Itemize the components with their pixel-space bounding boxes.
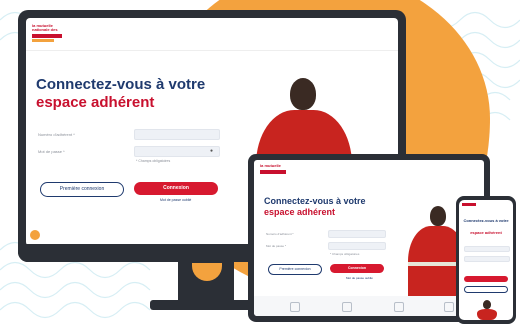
login-heading-line2: espace adhérent [36,94,155,111]
tablet-logo-text: la mutuelle [260,163,281,168]
phone-heading-line2: espace adhérent [470,230,502,235]
member-number-input[interactable] [134,129,220,140]
phone-password-input[interactable] [464,256,510,262]
tablet-member-input[interactable] [328,230,386,238]
phone-screen: Connectez-vous à votre espace adhérent [459,200,513,320]
phone-device: Connectez-vous à votre espace adhérent [456,196,516,324]
eye-icon[interactable]: ● [210,148,213,154]
tablet-footer-strip [254,296,484,316]
forgot-password-link[interactable]: Mot de passe oublié [160,198,191,202]
phone-first-login-button[interactable] [464,286,508,293]
member-number-label: Numéro d'adhérent * [38,132,75,137]
phone-firefighter-head [483,300,491,309]
phone-heading-line1: Connectez-vous à votre [463,218,509,223]
tablet-heading-line2: espace adhérent [264,207,336,217]
tablet-device: la mutuelle Connectez-vous à votre espac… [248,154,490,322]
tablet-logo-bar [260,170,286,174]
monitor-stand-base [150,300,262,310]
tablet-footer-icon-4[interactable] [444,302,454,312]
login-heading-line1: Connectez-vous à votre [36,76,206,93]
tablet-first-login-button[interactable]: Première connexion [268,264,322,275]
phone-member-input[interactable] [464,246,510,252]
first-login-button[interactable]: Première connexion [40,182,124,197]
tablet-forgot-password-link[interactable]: Mot de passe oublié [346,276,373,280]
tablet-login-button[interactable]: Connexion [330,264,384,273]
chat-bubble-icon[interactable] [30,230,40,240]
tablet-heading-line1: Connectez-vous à votre [264,196,366,206]
logo-text-2: nationale des [32,27,58,32]
logo-bar-accent [32,39,54,42]
tablet-footer-icon-3[interactable] [394,302,404,312]
tablet-member-label: Numéro d'adhérent * [266,232,294,236]
password-label: Mot de passe * [38,149,65,154]
password-input[interactable] [134,146,220,157]
tablet-screen: la mutuelle Connectez-vous à votre espac… [254,160,484,316]
tablet-brand-logo[interactable]: la mutuelle [260,164,296,184]
site-header: la mutuelle nationale des [26,18,398,51]
phone-logo[interactable] [462,203,476,206]
tablet-password-label: Mot de passe * [266,244,287,248]
tablet-footer-icon-1[interactable] [290,302,300,312]
brand-logo[interactable]: la mutuelle nationale des [32,24,68,44]
logo-bar [32,34,62,38]
phone-login-button[interactable] [464,276,508,282]
login-button[interactable]: Connexion [134,182,218,195]
tablet-password-input[interactable] [328,242,386,250]
tablet-required-note: * Champs obligatoires [330,252,360,256]
firefighter-head [290,78,316,110]
required-fields-note: * Champs obligatoires [136,159,171,163]
tablet-footer-icon-2[interactable] [342,302,352,312]
phone-firefighter-photo [477,300,497,320]
tablet-firefighter-head [430,206,446,226]
phone-firefighter-jacket [477,309,497,320]
